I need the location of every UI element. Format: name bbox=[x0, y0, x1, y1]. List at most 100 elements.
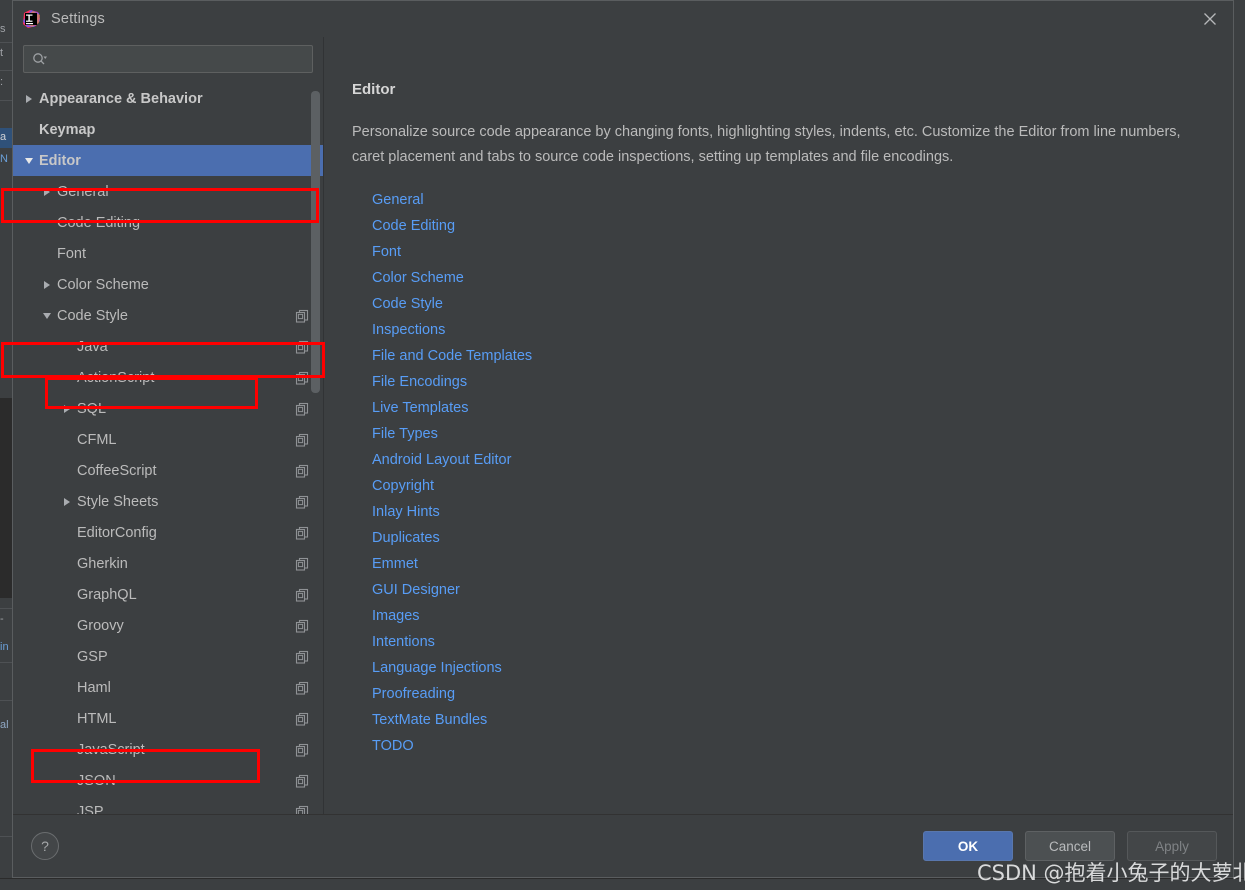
tree-item-label: JavaScript bbox=[77, 741, 145, 758]
tree-item-label: Haml bbox=[77, 679, 111, 696]
ok-button[interactable]: OK bbox=[923, 831, 1013, 861]
tree-item-label: Font bbox=[57, 245, 87, 262]
copy-icon[interactable] bbox=[295, 588, 309, 602]
settings-link-duplicates[interactable]: Duplicates bbox=[372, 525, 440, 551]
settings-link-android-layout-editor[interactable]: Android Layout Editor bbox=[372, 447, 511, 473]
copy-icon[interactable] bbox=[295, 557, 309, 571]
tree-item-code-editing[interactable]: Code Editing bbox=[13, 207, 323, 238]
copy-icon[interactable] bbox=[295, 402, 309, 416]
tree-item-haml[interactable]: Haml bbox=[13, 672, 323, 703]
settings-link-inspections[interactable]: Inspections bbox=[372, 317, 445, 343]
tree-item-label: EditorConfig bbox=[77, 524, 157, 541]
tree-item-sql[interactable]: SQL bbox=[13, 393, 323, 424]
ide-bg-text: t bbox=[0, 47, 4, 59]
tree-item-label: CFML bbox=[77, 431, 117, 448]
copy-icon[interactable] bbox=[295, 619, 309, 633]
copy-icon[interactable] bbox=[295, 340, 309, 354]
ide-status-bar bbox=[0, 878, 1245, 890]
settings-link-language-injections[interactable]: Language Injections bbox=[372, 655, 502, 681]
tree-item-actionscript[interactable]: ActionScript bbox=[13, 362, 323, 393]
tree-item-style-sheets[interactable]: Style Sheets bbox=[13, 486, 323, 517]
settings-link-textmate-bundles[interactable]: TextMate Bundles bbox=[372, 707, 487, 733]
tree-item-html[interactable]: HTML bbox=[13, 703, 323, 734]
chevron-down-icon bbox=[21, 157, 37, 164]
copy-icon[interactable] bbox=[295, 433, 309, 447]
tree-item-label: Appearance & Behavior bbox=[39, 90, 203, 107]
copy-icon[interactable] bbox=[295, 526, 309, 540]
tree-item-label: GSP bbox=[77, 648, 108, 665]
help-button[interactable]: ? bbox=[31, 832, 59, 860]
dialog-title: Settings bbox=[51, 11, 105, 27]
settings-link-color-scheme[interactable]: Color Scheme bbox=[372, 265, 464, 291]
search-area bbox=[13, 37, 323, 83]
chevron-right-icon bbox=[39, 280, 55, 289]
dialog-footer: ? OK Cancel Apply bbox=[13, 814, 1233, 877]
tree-item-general[interactable]: General bbox=[13, 176, 323, 207]
settings-link-code-style[interactable]: Code Style bbox=[372, 291, 443, 317]
copy-icon[interactable] bbox=[295, 495, 309, 509]
settings-link-intentions[interactable]: Intentions bbox=[372, 629, 435, 655]
search-icon bbox=[32, 52, 48, 66]
copy-icon[interactable] bbox=[295, 743, 309, 757]
tree-item-jsp[interactable]: JSP bbox=[13, 796, 323, 814]
tree-item-editorconfig[interactable]: EditorConfig bbox=[13, 517, 323, 548]
search-input[interactable] bbox=[54, 50, 304, 68]
settings-link-file-encodings[interactable]: File Encodings bbox=[372, 369, 467, 395]
dialog-titlebar: Settings bbox=[13, 1, 1233, 37]
ide-bg-text: al bbox=[0, 719, 9, 731]
chevron-down-icon bbox=[39, 312, 55, 319]
ide-bg-text: a bbox=[0, 131, 7, 143]
tree-item-appearance-behavior[interactable]: Appearance & Behavior bbox=[13, 83, 323, 114]
copy-icon[interactable] bbox=[295, 464, 309, 478]
tree-item-label: Keymap bbox=[39, 121, 96, 138]
copy-icon[interactable] bbox=[295, 309, 309, 323]
settings-tree-panel: Appearance & Behavior Keymap Editor General… bbox=[1, 37, 325, 814]
settings-link-gui-designer[interactable]: GUI Designer bbox=[372, 577, 460, 603]
tree-item-label: GraphQL bbox=[77, 586, 137, 603]
tree-item-javascript[interactable]: JavaScript bbox=[13, 734, 323, 765]
settings-link-file-and-code-templates[interactable]: File and Code Templates bbox=[372, 343, 532, 369]
page-title: Editor bbox=[352, 81, 396, 98]
tree-item-code-style[interactable]: Code Style bbox=[13, 300, 323, 331]
tree-item-color-scheme[interactable]: Color Scheme bbox=[13, 269, 323, 300]
tree-item-editor[interactable]: Editor bbox=[13, 145, 323, 176]
copy-icon[interactable] bbox=[295, 805, 309, 814]
copy-icon[interactable] bbox=[295, 650, 309, 664]
tree-item-groovy[interactable]: Groovy bbox=[13, 610, 323, 641]
search-box[interactable] bbox=[23, 45, 313, 73]
settings-link-copyright[interactable]: Copyright bbox=[372, 473, 434, 499]
tree-item-cfml[interactable]: CFML bbox=[13, 424, 323, 455]
tree-item-label: HTML bbox=[77, 710, 117, 727]
tree-item-label: Editor bbox=[39, 152, 81, 169]
copy-icon[interactable] bbox=[295, 712, 309, 726]
copy-icon[interactable] bbox=[295, 774, 309, 788]
tree-item-graphql[interactable]: GraphQL bbox=[13, 579, 323, 610]
tree-item-coffeescript[interactable]: CoffeeScript bbox=[13, 455, 323, 486]
settings-link-live-templates[interactable]: Live Templates bbox=[372, 395, 468, 421]
settings-link-emmet[interactable]: Emmet bbox=[372, 551, 418, 577]
apply-button[interactable]: Apply bbox=[1127, 831, 1217, 861]
cancel-button[interactable]: Cancel bbox=[1025, 831, 1115, 861]
settings-link-font[interactable]: Font bbox=[372, 239, 401, 265]
settings-tree: Appearance & Behavior Keymap Editor General… bbox=[13, 83, 323, 814]
tree-item-keymap[interactable]: Keymap bbox=[13, 114, 323, 145]
settings-link-images[interactable]: Images bbox=[372, 603, 420, 629]
settings-link-proofreading[interactable]: Proofreading bbox=[372, 681, 455, 707]
tree-item-java[interactable]: Java bbox=[13, 331, 323, 362]
settings-link-file-types[interactable]: File Types bbox=[372, 421, 438, 447]
tree-scrollbar-thumb[interactable] bbox=[311, 91, 320, 393]
settings-link-todo[interactable]: TODO bbox=[372, 733, 414, 759]
settings-link-general[interactable]: General bbox=[372, 187, 424, 213]
settings-link-inlay-hints[interactable]: Inlay Hints bbox=[372, 499, 440, 525]
tree-item-label: Color Scheme bbox=[57, 276, 149, 293]
tree-item-font[interactable]: Font bbox=[13, 238, 323, 269]
tree-item-gsp[interactable]: GSP bbox=[13, 641, 323, 672]
tree-item-gherkin[interactable]: Gherkin bbox=[13, 548, 323, 579]
tree-item-label: Style Sheets bbox=[77, 493, 159, 510]
copy-icon[interactable] bbox=[295, 371, 309, 385]
settings-link-code-editing[interactable]: Code Editing bbox=[372, 213, 455, 239]
close-icon[interactable] bbox=[1187, 1, 1233, 37]
copy-icon[interactable] bbox=[295, 681, 309, 695]
dialog-body: Appearance & Behavior Keymap Editor General… bbox=[1, 37, 1233, 814]
tree-item-json[interactable]: JSON bbox=[13, 765, 323, 796]
